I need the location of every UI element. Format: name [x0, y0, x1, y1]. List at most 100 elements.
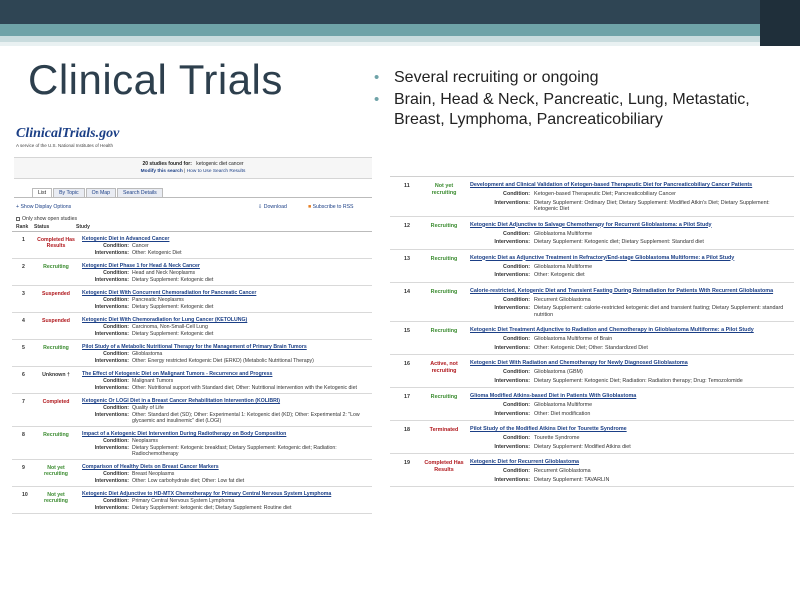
study-title-link[interactable]: Ketogenic Diet With Radiation and Chemot…: [470, 360, 788, 367]
condition-value: Quality of Life: [132, 405, 164, 411]
condition-line: Condition: Recurrent Glioblastoma: [470, 297, 788, 304]
rss-link[interactable]: ■ Subscribe to RSS: [308, 204, 354, 210]
condition-line: Condition: Head and Neck Neoplasms: [82, 270, 366, 276]
study-title-link[interactable]: Comparison of Healthy Diets on Breast Ca…: [82, 464, 366, 470]
condition-line: Condition: Pancreatic Neoplasms: [82, 297, 366, 303]
row-study: Ketogenic Diet Phase 1 for Head & Neck C…: [82, 263, 366, 283]
study-title-link[interactable]: Ketogenic Diet in Advanced Cancer: [82, 236, 366, 242]
condition-value: Tourette Syndrome: [534, 435, 580, 441]
bullet-text: Several recruiting or ongoing: [394, 69, 599, 86]
intervention-label: Interventions:: [94, 250, 129, 256]
results-tabs: List By Topic On Map Search Details: [32, 188, 372, 197]
table-row: 18 Terminated Pilot Study of the Modifie…: [390, 421, 794, 454]
intervention-label: Interventions:: [494, 443, 530, 450]
intervention-value: Other: Ketogenic Diet; Other: Standardiz…: [534, 344, 648, 351]
study-title-link[interactable]: Ketogenic Diet Phase 1 for Head & Neck C…: [82, 263, 366, 269]
tab-search-details[interactable]: Search Details: [117, 188, 163, 197]
intervention-line: Interventions: Other: Low carbohydrate di…: [82, 478, 366, 484]
condition-line: Condition: Glioblastoma Multiforme: [470, 231, 788, 238]
table-row: 6 Unknown † The Effect of Ketogenic Diet…: [12, 367, 372, 394]
intervention-label: Interventions:: [494, 377, 530, 384]
row-rank: 4: [22, 318, 25, 324]
intervention-value: Dietary Supplement: Ketogenic diet: [132, 304, 214, 310]
intervention-value: Other: Ketogenic diet: [534, 272, 585, 278]
row-study: Ketogenic Diet Adjunctive to HD-MTX Chem…: [82, 491, 366, 511]
condition-label: Condition:: [103, 243, 129, 249]
row-rank: 19: [404, 460, 410, 466]
row-rank: 2: [22, 264, 25, 270]
condition-label: Condition:: [503, 369, 530, 375]
study-title-link[interactable]: Ketogenic Diet Adjunctive to Salvage Che…: [470, 222, 788, 229]
results-summary-box: 20 studies found for: ketogenic diet can…: [14, 157, 372, 179]
condition-value: Glioblastoma (GBM): [534, 369, 583, 375]
slide-title: Clinical Trials: [28, 56, 283, 103]
intervention-label: Interventions:: [94, 478, 129, 484]
header-study: Study: [76, 224, 90, 230]
bullet-item: • Brain, Head & Neck, Pancreatic, Lung, M…: [372, 90, 792, 130]
study-title-link[interactable]: The Effect of Ketogenic Diet on Malignan…: [82, 371, 366, 377]
download-link[interactable]: ⇩ Download: [258, 204, 287, 210]
download-label: Download: [263, 204, 287, 210]
study-title-link[interactable]: Ketogenic Diet Treatment Adjunctive to R…: [470, 327, 788, 334]
row-study: Ketogenic Diet With Concurrent Chemoradi…: [82, 290, 366, 310]
study-title-link[interactable]: Glioma Modified Atkins-based Diet in Pat…: [470, 393, 788, 400]
show-display-options-link[interactable]: + Show Display Options: [16, 204, 71, 210]
study-title-link[interactable]: Ketogenic Diet Adjunctive to HD-MTX Chem…: [82, 491, 366, 497]
slide-bullets: • Several recruiting or ongoing • Brain, H…: [372, 68, 792, 132]
condition-label: Condition:: [103, 351, 129, 357]
study-title-link[interactable]: Pilot Study of a Metabolic Nutritional T…: [82, 344, 366, 350]
row-study: Comparison of Healthy Diets on Breast Ca…: [82, 464, 366, 484]
intervention-line: Interventions: Dietary Supplement: Ketoge…: [470, 378, 788, 385]
intervention-value: Other: Standard diet (SD); Other: Experi…: [132, 412, 360, 424]
study-title-link[interactable]: Impact of a Ketogenic Diet Intervention …: [82, 431, 366, 437]
intervention-label: Interventions:: [494, 476, 530, 483]
condition-label: Condition:: [503, 296, 530, 303]
study-title-link[interactable]: Ketogenic Diet With Chemoradiation for L…: [82, 317, 366, 323]
condition-line: Condition: Cancer: [82, 243, 366, 249]
row-rank: 14: [404, 288, 410, 295]
row-status: Active, not recruiting: [430, 361, 458, 374]
modify-search-link[interactable]: Modify this search: [141, 169, 183, 174]
condition-line: Condition: Carcinoma, Non-Small-Cell Lung: [82, 324, 366, 330]
tab-on-map[interactable]: On Map: [85, 188, 117, 197]
condition-label: Condition:: [103, 438, 129, 444]
intervention-value: Dietary Supplement: TAVARLIN: [534, 476, 610, 483]
condition-value: Glioblastoma: [132, 351, 163, 357]
condition-line: Condition: Neoplasms: [82, 438, 366, 444]
tab-list[interactable]: List: [32, 188, 53, 197]
intervention-value: Other: Energy restricted Ketogenic Diet …: [132, 358, 314, 364]
results-table-header: Rank Status Study: [12, 224, 372, 232]
study-title-link[interactable]: Ketogenic Or LOGI Diet in a Breast Cance…: [82, 398, 366, 404]
open-studies-checkbox[interactable]: [16, 216, 20, 221]
row-status: Recruiting: [430, 222, 458, 229]
intervention-value: Dietary Supplement: Ordinary Diet; Dieta…: [534, 199, 770, 213]
rss-label: Subscribe to RSS: [312, 204, 354, 210]
study-title-link[interactable]: Pilot Study of the Modified Atkins Diet …: [470, 426, 788, 433]
study-title-link[interactable]: Development and Clinical Validation of K…: [470, 182, 788, 189]
table-row: 2 Recruiting Ketogenic Diet Phase 1 for …: [12, 259, 372, 286]
row-rank: 6: [22, 372, 25, 378]
open-studies-filter[interactable]: Only show open studies: [12, 216, 372, 224]
left-search-results-screenshot: ClinicalTrials.gov A service of the U.S.…: [12, 126, 372, 598]
help-search-link[interactable]: How to Use Search Results: [187, 169, 246, 174]
bullet-dot-icon: •: [374, 69, 380, 86]
row-study: Ketogenic Diet Adjunctive to Salvage Che…: [470, 222, 788, 246]
tab-divider: [14, 197, 372, 198]
study-title-link[interactable]: Calorie-restricted, Ketogenic Diet and T…: [470, 288, 788, 295]
intervention-label: Interventions:: [94, 277, 129, 283]
study-title-link[interactable]: Ketogenic Diet With Concurrent Chemoradi…: [82, 290, 366, 296]
tab-by-topic[interactable]: By Topic: [53, 188, 85, 197]
intervention-line: Interventions: Dietary Supplement: ketoge…: [82, 505, 366, 511]
row-study: The Effect of Ketogenic Diet on Malignan…: [82, 371, 366, 391]
right-search-results-screenshot: 11 Not yet recruiting Development and Cl…: [390, 176, 794, 596]
row-status: Recruiting: [430, 255, 458, 262]
table-row: 13 Recruiting Ketogenic Diet as Adjuncti…: [390, 250, 794, 283]
clinicaltrials-logo[interactable]: ClinicalTrials.gov: [12, 126, 372, 142]
study-title-link[interactable]: Ketogenic Diet as Adjunctive Treatment i…: [470, 255, 788, 262]
intervention-label: Interventions:: [94, 412, 129, 418]
table-row: 4 Suspended Ketogenic Diet With Chemorad…: [12, 313, 372, 340]
intervention-line: Interventions: Dietary Supplement: Modifi…: [470, 444, 788, 451]
study-title-link[interactable]: Ketogenic Diet for Recurrent Glioblastom…: [470, 459, 788, 466]
condition-line: Condition: Glioblastoma Multiforme: [470, 264, 788, 271]
row-study: Ketogenic Diet as Adjunctive Treatment i…: [470, 255, 788, 279]
